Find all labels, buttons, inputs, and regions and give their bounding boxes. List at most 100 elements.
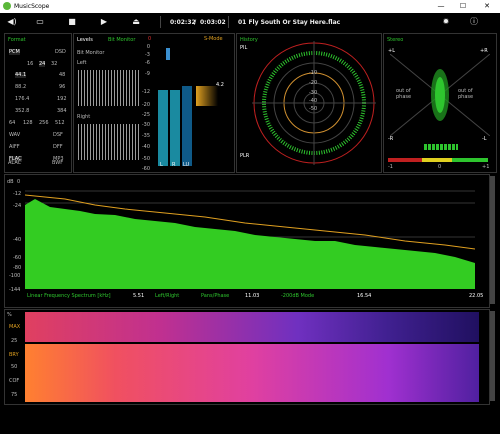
spectrum-y-tick: -144 — [9, 287, 21, 293]
balance-meter — [424, 144, 458, 150]
right-label: Right — [77, 114, 91, 120]
scale-tick: -25 — [141, 112, 150, 118]
corr-minus-one: -1 — [388, 164, 393, 170]
play-icon[interactable]: ▶ — [98, 16, 110, 28]
loudness-bar — [182, 86, 192, 166]
bit-monitor-label: Bit Monitor — [77, 50, 105, 56]
time-elapsed: 0:02:32 — [170, 19, 196, 26]
left-bit-grid — [78, 70, 140, 106]
time-divider: / — [194, 19, 197, 26]
codec-bwf: BWF — [52, 160, 64, 166]
title-bar: MusicScope — ☐ ✕ — [0, 0, 500, 13]
info-icon[interactable]: ⓘ — [468, 16, 480, 28]
dsd-128: 128 — [23, 120, 33, 126]
open-folder-icon[interactable]: ▭ — [34, 16, 46, 28]
correlation-pos — [452, 158, 488, 162]
format-panel: Format PCM DSD 16 24 32 44.1 88.2 176.4 … — [4, 33, 72, 173]
codec-dff: DFF — [53, 144, 63, 150]
meter-l-label: L — [160, 162, 163, 168]
spectrum-plot — [25, 190, 475, 289]
plr-label: PLR — [240, 153, 250, 159]
scale-tick: -20 — [141, 102, 150, 108]
scale-tick: -35 — [141, 133, 150, 139]
rate-96: 96 — [59, 84, 66, 90]
scale-tick: -40 — [141, 144, 150, 150]
bit-monitor-tab[interactable]: Bit Monitor — [108, 37, 135, 43]
right-bit-grid — [78, 124, 140, 160]
codec-wav: WAV — [9, 132, 21, 138]
spectrogram-y-label: 75 — [11, 392, 18, 398]
spectrogram-y-label: % — [7, 312, 12, 318]
stereo-title: Stereo — [387, 37, 404, 43]
scale-tick: -50 — [141, 156, 150, 162]
spectrum-y-tick: -24 — [13, 203, 22, 209]
mode-pans-phase[interactable]: Pans/Phase — [201, 293, 229, 299]
minimize-button[interactable]: — — [430, 0, 452, 13]
scale-tick: -60 — [141, 166, 150, 172]
ring-label: -20 — [309, 80, 318, 86]
bits-16: 16 — [27, 61, 34, 67]
scale-tick: -12 — [141, 89, 150, 95]
stereo-minus-r: -R — [388, 136, 394, 142]
corr-zero: 0 — [438, 164, 442, 170]
mode-left-right[interactable]: Left/Right — [155, 293, 179, 299]
scale-tick: -30 — [141, 122, 150, 128]
maximize-button[interactable]: ☐ — [452, 0, 474, 13]
spectrum-y-tick: -12 — [13, 191, 22, 197]
peak-indicator — [166, 48, 170, 60]
ring-label: -10 — [309, 70, 318, 76]
format-title: Format — [8, 37, 26, 43]
spectrum-x-tick: 5.51 — [133, 293, 145, 299]
rate-192: 192 — [57, 96, 67, 102]
peak-value: 4.2 — [216, 82, 224, 88]
app-logo-icon — [3, 2, 11, 10]
rate-352: 352.8 — [15, 108, 30, 114]
corr-plus-one: +1 — [482, 164, 490, 170]
window-title: MusicScope — [14, 3, 50, 10]
meter-r-label: R — [172, 162, 176, 168]
close-button[interactable]: ✕ — [476, 0, 498, 13]
rate-44: 44.1 — [15, 72, 27, 78]
correlation-mid — [422, 158, 452, 162]
out-of-phase-left: out of phase — [396, 88, 412, 100]
mode-left-label: 0 — [148, 36, 152, 42]
track-title: 01 Fly South Or Stay Here.flac — [238, 19, 341, 26]
spectrum-y-tick: -100 — [9, 273, 21, 279]
level-scale: 0 -3 -6 -9 -12 -20 -25 -30 -35 -40 -50 -… — [136, 44, 150, 172]
scale-tick: 0 — [146, 44, 150, 50]
ring-label: -30 — [309, 90, 318, 96]
bits-32: 32 — [51, 61, 58, 67]
spectrogram-y-label: 25 — [11, 338, 18, 344]
spectrum-scrollbar[interactable] — [490, 176, 495, 304]
bits-24: 24 — [39, 61, 46, 67]
mode-right-label: S-Mode — [204, 36, 223, 42]
dsd-256: 256 — [39, 120, 49, 126]
toolbar-separator — [228, 16, 229, 28]
left-label: Left — [77, 60, 87, 66]
rate-88: 88.2 — [15, 84, 27, 90]
codec-aiff: AIFF — [9, 144, 20, 150]
dsd-512: 512 — [55, 120, 65, 126]
volume-icon[interactable]: ◀) — [6, 16, 18, 28]
spectrum-y-tick: -60 — [13, 255, 22, 261]
codec-dsf: DSF — [53, 132, 63, 138]
spectrum-y-tick: -40 — [13, 237, 22, 243]
scale-tick: -3 — [145, 52, 150, 58]
stop-icon[interactable]: ■ — [66, 16, 78, 28]
dsd-64: 64 — [9, 120, 16, 126]
meter-right-bar — [170, 90, 180, 166]
toolbar: ◀) ▭ ■ ▶ ⏏ 0:02:32 / 0:03:02 01 Fly Sout… — [0, 13, 500, 31]
spectrogram-scrollbar[interactable] — [490, 311, 495, 401]
eject-icon[interactable]: ⏏ — [130, 16, 142, 28]
spectrogram-panel: % MAX 25 BRY 50 COF 75 — [4, 309, 490, 405]
spectrum-unit: dB — [7, 179, 14, 185]
mode-200db[interactable]: -200dB Mode — [281, 293, 314, 299]
time-total: 0:03:02 — [200, 19, 226, 26]
level-histogram — [196, 86, 218, 106]
pil-label: PIL — [240, 45, 248, 51]
meter-lu-label: LU — [183, 162, 190, 168]
history-panel: History PIL PLR -10 -20 -30 -40 -50 — [236, 33, 382, 173]
spectrum-y-tick: -80 — [13, 265, 22, 271]
levels-panel: Levels Bit Monitor Bit Monitor Left Righ… — [73, 33, 235, 173]
settings-gear-icon[interactable]: ✹ — [440, 16, 452, 28]
